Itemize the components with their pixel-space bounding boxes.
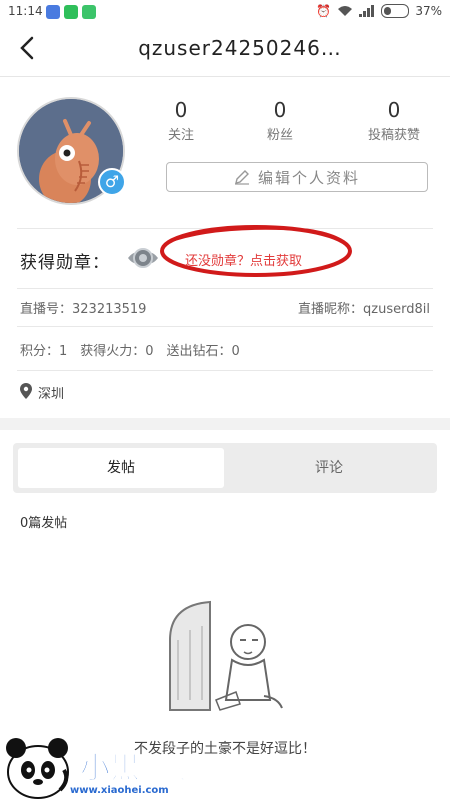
stat-label: 粉丝	[266, 128, 293, 143]
stat-likes[interactable]: 0 投稿获赞	[344, 98, 444, 143]
location-pin-icon	[20, 383, 32, 399]
medal-badge-icon	[128, 248, 158, 268]
stat-label: 关注	[167, 128, 194, 143]
stat-value: 0	[174, 98, 188, 122]
live-id-value: 323213519	[72, 302, 147, 317]
stat-label: 投稿获赞	[367, 128, 420, 143]
battery-icon	[381, 4, 410, 18]
stat-value: 0	[273, 98, 287, 122]
edit-profile-button[interactable]: 编辑个人资料	[166, 162, 428, 192]
wifi-icon	[338, 6, 353, 16]
signal-icon	[359, 5, 375, 17]
divider	[17, 288, 433, 289]
shield-app-icon	[46, 5, 60, 19]
alarm-icon: ⏰	[316, 4, 332, 18]
page-title: qzuser24250246…	[138, 36, 342, 60]
svg-text:游戏: 游戏	[146, 759, 186, 783]
status-indicators: ⏰ 37%	[316, 4, 442, 18]
live-nickname-row: 直播昵称：qzuserd8il	[298, 298, 430, 317]
stat-value: 0	[387, 98, 401, 122]
live-nickname-label: 直播昵称：	[298, 302, 364, 317]
stat-followers[interactable]: 0 粉丝	[230, 98, 330, 143]
live-id-label: 直播号：	[20, 302, 73, 317]
stat-following[interactable]: 0 关注	[131, 98, 231, 143]
empty-state-illustration	[169, 600, 283, 711]
divider	[17, 370, 433, 371]
male-gender-icon: ♂	[98, 168, 126, 196]
wechat-app-icon	[82, 5, 96, 19]
live-nickname-value: qzuserd8il	[363, 302, 430, 317]
section-separator	[0, 418, 450, 430]
tab-posts[interactable]: 发帖	[18, 448, 224, 488]
pencil-icon	[234, 170, 249, 185]
post-count: 0篇发帖	[20, 516, 68, 531]
edit-profile-label: 编辑个人资料	[257, 168, 360, 187]
status-bar: 11:14 ⏰ 37%	[0, 0, 450, 24]
location-text: 深圳	[38, 387, 65, 402]
tab-comments[interactable]: 评论	[226, 448, 432, 488]
chat-app-icon	[64, 5, 78, 19]
divider	[17, 326, 433, 327]
top-nav-bar: qzuser24250246…	[0, 24, 450, 77]
svg-text:小黑: 小黑	[80, 751, 140, 786]
status-time: 11:14	[8, 4, 43, 18]
watermark-url: www.xiaohei.com	[70, 785, 169, 796]
battery-percent: 37%	[415, 4, 442, 18]
get-badge-link[interactable]: 还没勋章？点击获取	[185, 250, 302, 269]
points-row: 积分：1 获得火力：0 送出钻石：0	[20, 344, 240, 359]
badge-label: 获得勋章：	[20, 253, 110, 273]
live-id-row: 直播号：323213519	[20, 298, 146, 317]
back-arrow-icon[interactable]	[14, 34, 42, 62]
